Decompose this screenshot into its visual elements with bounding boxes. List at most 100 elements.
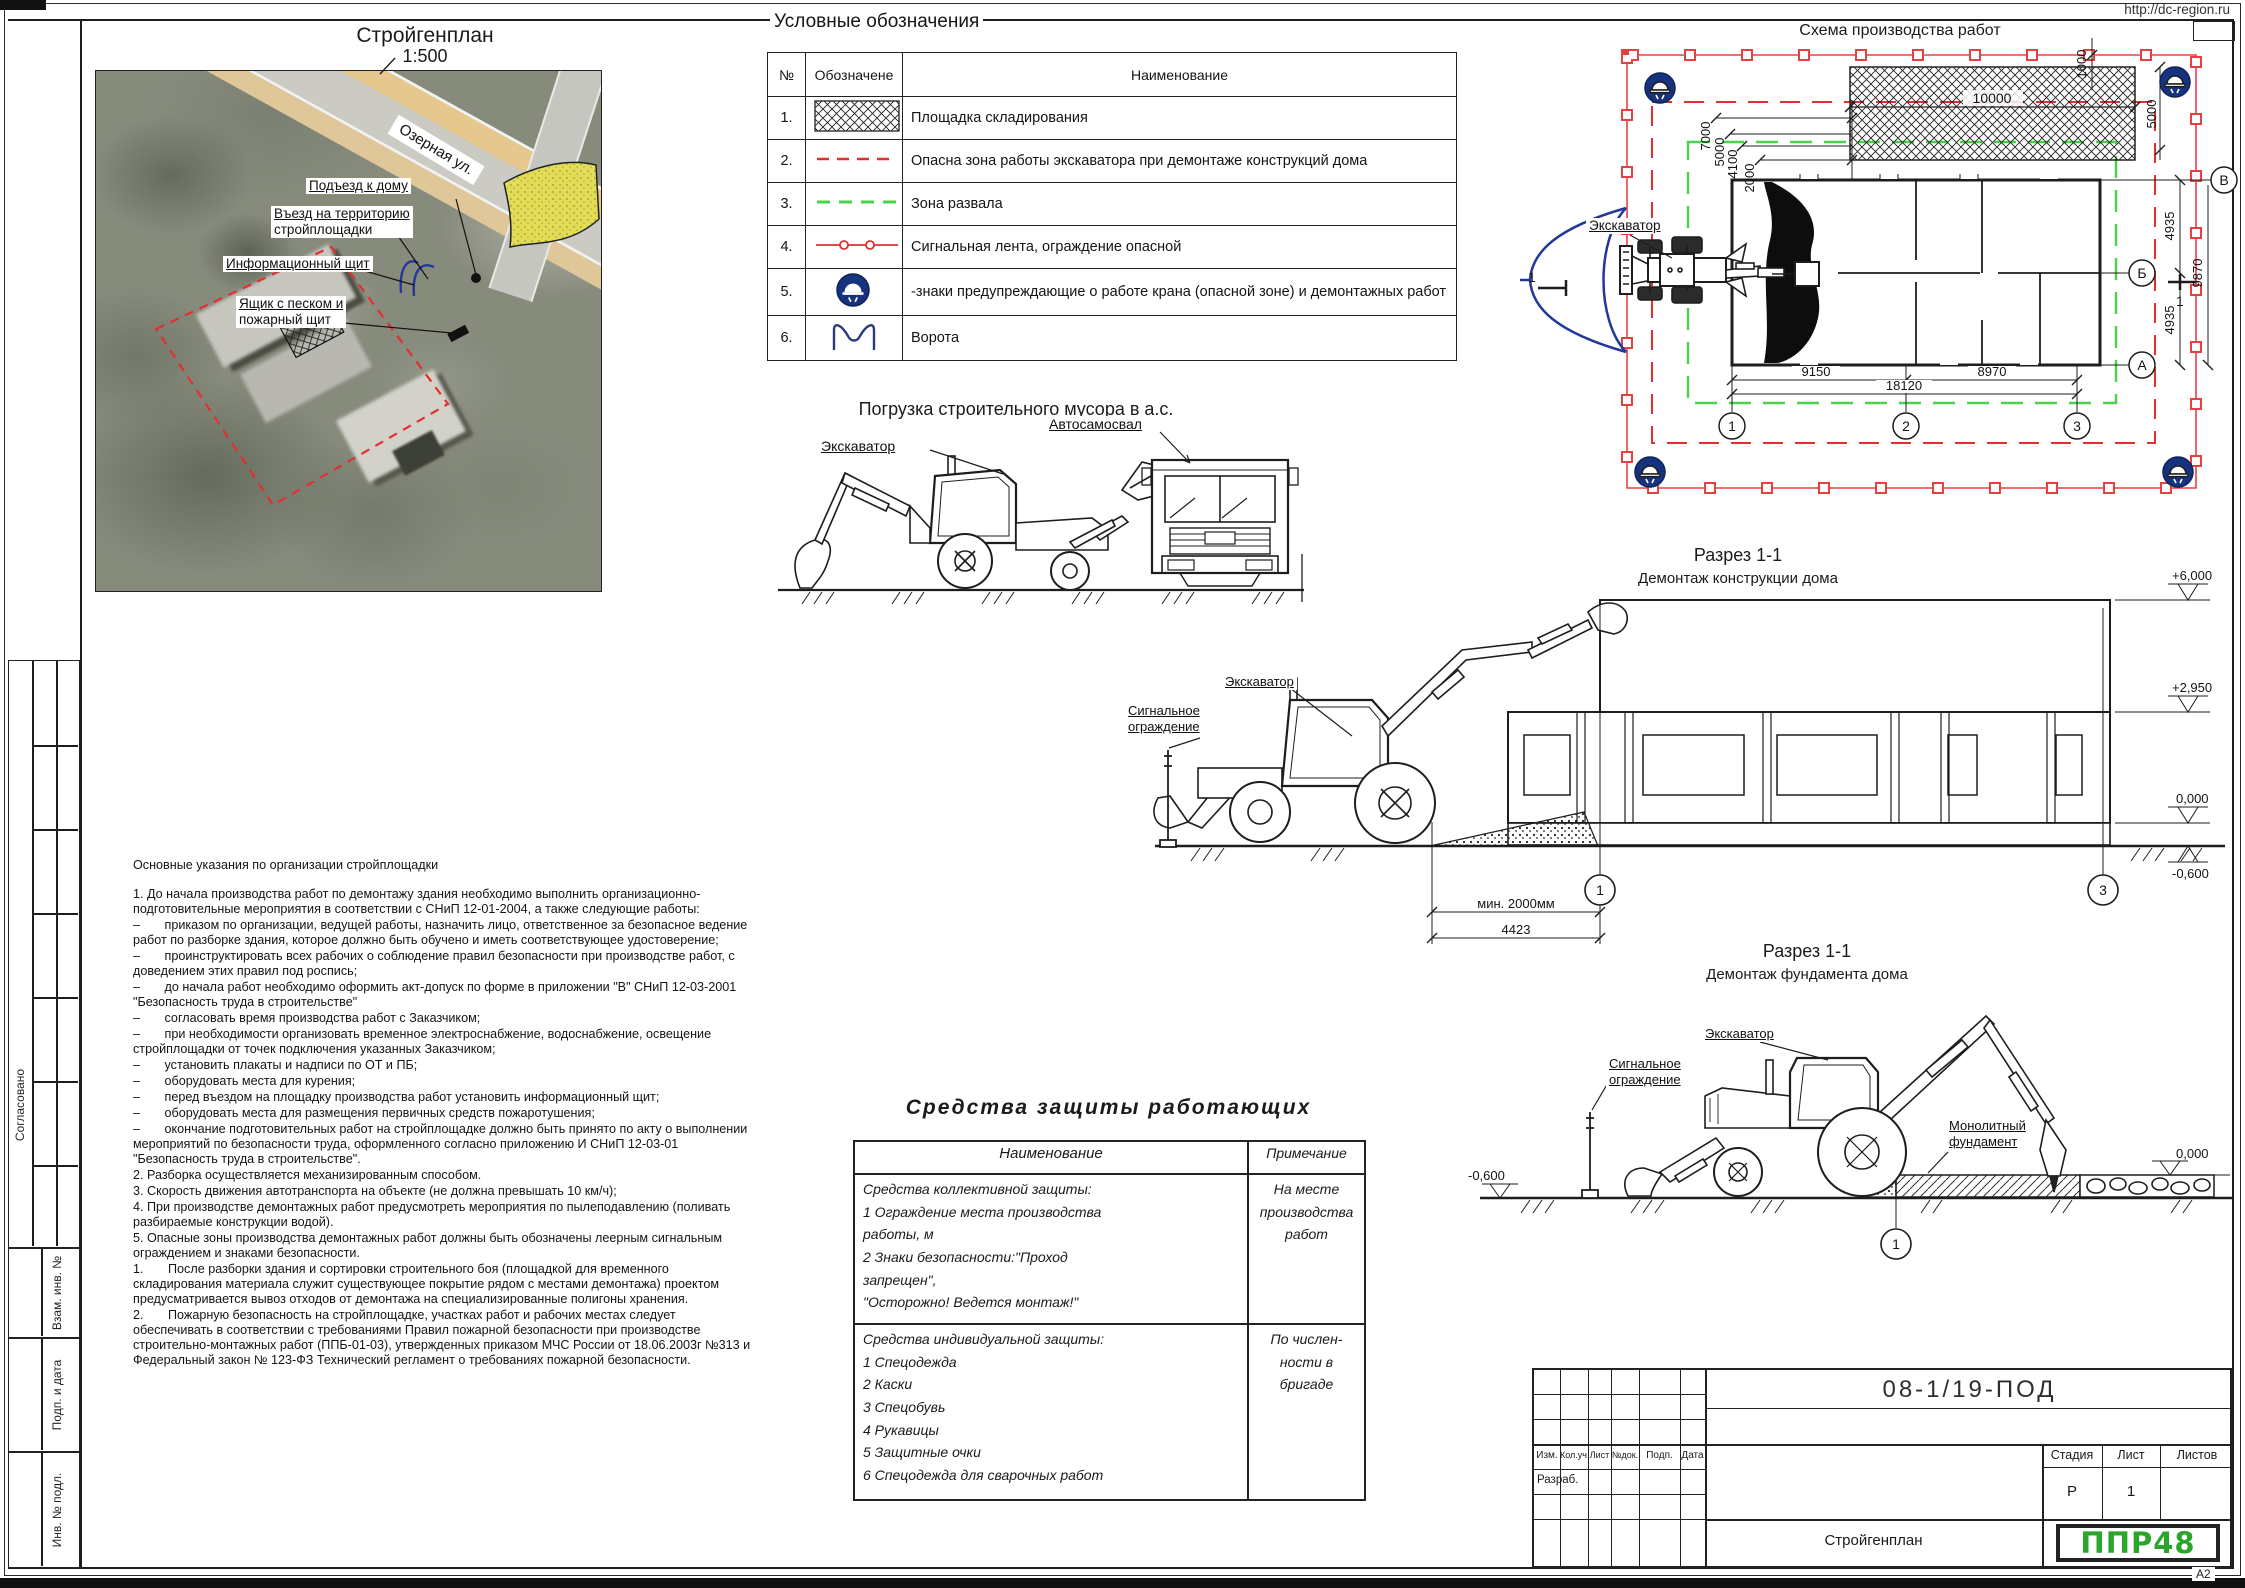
note-paragraph: 4. При производстве демонтажных работ пр… <box>133 1200 751 1230</box>
axis-v: В <box>2219 172 2228 188</box>
legend-row-num: 1. <box>768 97 806 140</box>
legend-row-num: 3. <box>768 183 806 226</box>
note-paragraph: 3. Скорость движения автотранспорта на о… <box>133 1184 751 1199</box>
protection-line: Средства коллективной защиты: <box>863 1178 1239 1201</box>
note-paragraph: 5. Опасные зоны производства демонтажных… <box>133 1231 751 1261</box>
elev-m0600: -0,600 <box>1468 1168 1505 1183</box>
axis-1: 1 <box>1892 1236 1900 1252</box>
elev-0000: 0,000 <box>2176 791 2209 806</box>
legend-row-name: Зона развала <box>903 183 1457 226</box>
section1-excavator-label: Экскаватор <box>1222 674 1297 690</box>
frame-left <box>80 19 82 1569</box>
siteplan-title: Стройгенплан <box>325 24 525 48</box>
siteplan-overlay <box>96 71 601 591</box>
axis-2: 2 <box>1902 418 1910 434</box>
work-zone-boundary <box>156 247 448 505</box>
dim-4935b: 4935 <box>2162 306 2177 335</box>
sheet-value: 1 <box>2102 1483 2160 1500</box>
protection-row-name: Средства коллективной защиты: 1 Огражден… <box>854 1174 1248 1324</box>
sidebar-vzam-box <box>8 1248 80 1338</box>
note-paragraph: – согласовать время производства работ с… <box>133 1011 751 1026</box>
note-paragraph: – приказом по организации, ведущей работ… <box>133 918 751 948</box>
section2-title1: Разрез 1-1 <box>1707 941 1907 962</box>
note-paragraph: – до начала работ необходимо оформить ак… <box>133 980 751 1010</box>
label-entrance-l2: стройплощадки <box>274 222 410 238</box>
label-sandbox-l1: Ящик с песком и <box>239 296 343 312</box>
fence-label-l2: ограждение <box>1128 719 1200 735</box>
signal-fence-post <box>1582 1112 1598 1198</box>
foundation-label-l1: Монолитный <box>1949 1118 2026 1134</box>
dim-9870: 9870 <box>2190 259 2205 288</box>
section2-excavator-label: Экскаватор <box>1702 1026 1777 1042</box>
section-flag-right: 1 <box>2176 293 2184 309</box>
col-podp: Подп. <box>1639 1450 1680 1461</box>
collapse-zone-line-icon <box>806 183 903 226</box>
razrab-label: Разраб. <box>1537 1474 1578 1486</box>
protection-note-line: По числен- <box>1257 1328 1356 1351</box>
note-paragraph: – перед въездом на площадку производства… <box>133 1090 751 1105</box>
protection-line: 2 Каски <box>863 1373 1239 1396</box>
title-block: 08-1/19-ПОД Изм. Кол.уч. Лист №док. Подп… <box>1532 1368 2232 1568</box>
dim-4423: 4423 <box>1502 922 1531 937</box>
logo-text: ППР48 <box>2080 1526 2195 1560</box>
dim-18120: 18120 <box>1886 378 1922 393</box>
protection-note-line: бригаде <box>1257 1373 1356 1396</box>
section2-foundation-label: Монолитный фундамент <box>1946 1118 2029 1149</box>
protection-line: 6 Спецодежда для сварочных работ <box>863 1464 1239 1487</box>
drawing-name: Стройгенплан <box>1705 1532 2042 1549</box>
dim-7000: 7000 <box>1698 122 1713 151</box>
protection-line: 3 Спецобувь <box>863 1396 1239 1419</box>
protection-note-line: работ <box>1257 1223 1356 1246</box>
protection-title: Средства защиты работающих <box>853 1096 1364 1120</box>
protection-line: 1 Спецодежда <box>863 1351 1239 1374</box>
drawing-sheet: http://dc-region.ru А2 Согласовано Взам.… <box>0 0 2245 1588</box>
dim-10000: 10000 <box>1973 90 2012 106</box>
label-sandbox-l2: пожарный щит <box>239 312 343 328</box>
sidebar-inv-box <box>8 1452 80 1568</box>
protection-row-note: По числен- ности в бригаде <box>1248 1324 1365 1500</box>
axis-3: 3 <box>2099 882 2107 898</box>
building-elevation <box>1508 600 2110 845</box>
warning-sign-icon <box>1635 457 1665 487</box>
legend-h-num: № <box>768 53 806 97</box>
dim-4935a: 4935 <box>2162 212 2177 241</box>
note-paragraph: 2. Разборка осуществляется механизирован… <box>133 1168 751 1183</box>
legend-table: № Обозначене Наименование 1. Площадка ск… <box>767 52 1457 361</box>
section2-fence-label: Сигнальное ограждение <box>1606 1056 1684 1087</box>
danger-zone-line-icon <box>806 140 903 183</box>
frame-top <box>8 19 2234 21</box>
notes-block: Основные указания по организации стройпл… <box>133 858 751 1369</box>
axis-b: Б <box>2137 265 2146 281</box>
warning-sign-icon <box>2163 457 2193 487</box>
col-izm: Изм. <box>1534 1450 1560 1461</box>
col-list: Лист <box>1588 1450 1611 1460</box>
protection-row-note: На месте производства работ <box>1248 1174 1365 1324</box>
foundation <box>1860 1160 2214 1197</box>
note-paragraph: – проинструктировать всех рабочих о собл… <box>133 949 751 979</box>
sidebar-podp-box <box>8 1338 80 1452</box>
warning-sign-icon <box>806 269 903 316</box>
legend-row-name: Сигнальная лента, ограждение опасной <box>903 226 1457 269</box>
excavator-side-view <box>1625 1016 2066 1196</box>
gate-icon <box>401 261 434 296</box>
dim-8970: 8970 <box>1978 364 2007 379</box>
protection-line: Средства индивидуальной защиты: <box>863 1328 1239 1351</box>
label-entrance: Въезд на территорию стройплощадки <box>271 206 413 238</box>
dim-1000: 1000 <box>2074 50 2089 79</box>
protection-line: 5 Защитные очки <box>863 1441 1239 1464</box>
site-url: http://dc-region.ru <box>2040 2 2230 17</box>
bottom-bar <box>0 1578 2245 1588</box>
axis-3: 3 <box>2073 418 2081 434</box>
dim-5000b: 5000 <box>2144 100 2159 129</box>
loading-truck-label: Автосамосвал <box>1046 416 1145 433</box>
protection-note-line: производства <box>1257 1201 1356 1224</box>
col-ndok: №док. <box>1611 1450 1639 1460</box>
legend-h-name: Наименование <box>903 53 1457 97</box>
legend-row-num: 6. <box>768 316 806 361</box>
stage-value: Р <box>2042 1483 2102 1500</box>
section2-drawing: 0,000 -0,600 1 <box>1460 1000 2240 1290</box>
elev-m0600: -0,600 <box>2172 866 2209 881</box>
note-paragraph: – оборудовать места для размещения перви… <box>133 1106 751 1121</box>
excavator-side-view <box>795 456 1166 590</box>
note-paragraph: 1. До начала производства работ по демон… <box>133 887 751 917</box>
